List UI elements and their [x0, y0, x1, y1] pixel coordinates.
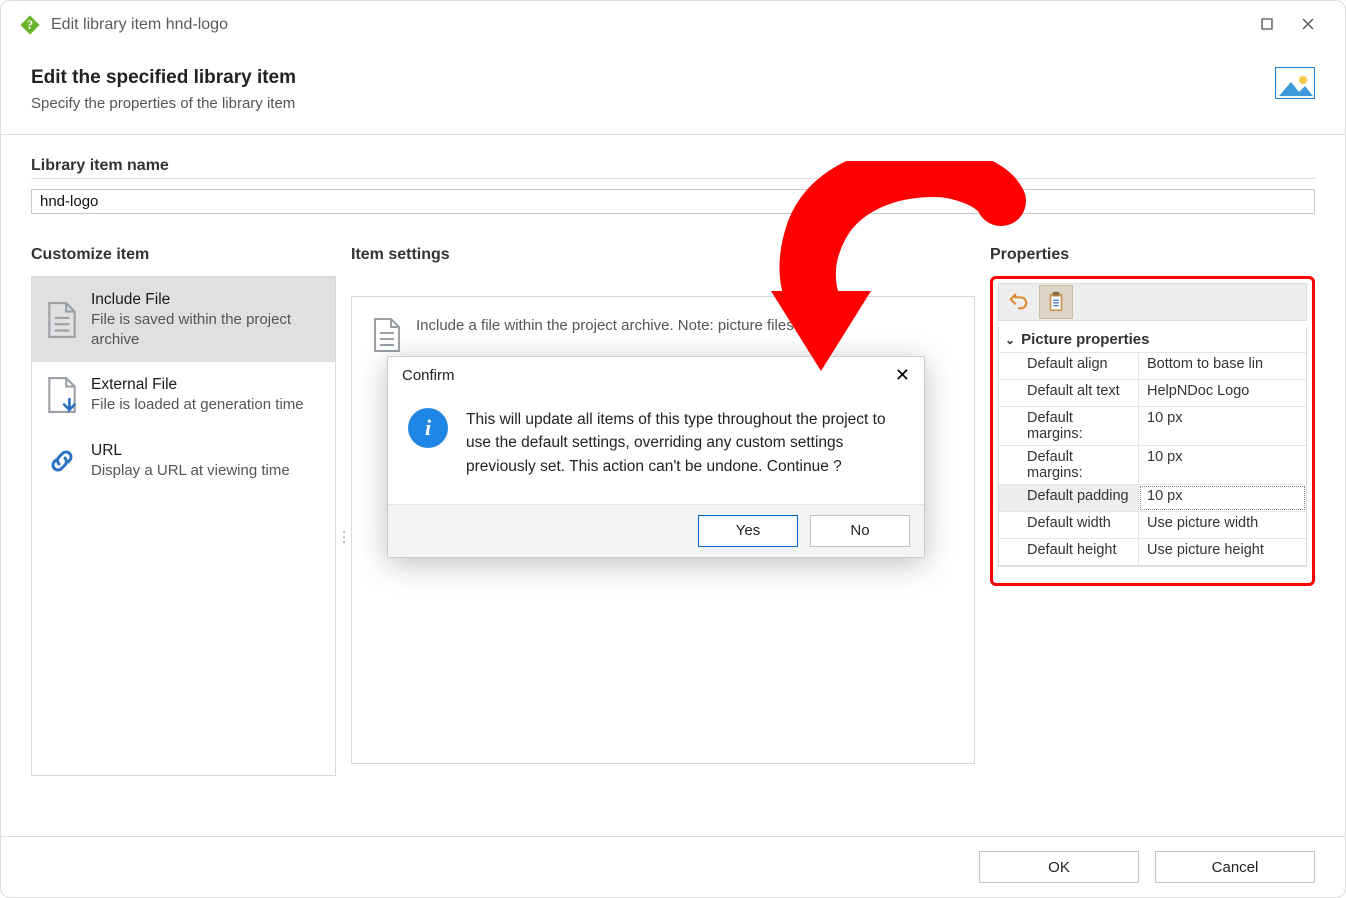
app-icon: ?	[19, 14, 41, 36]
close-icon[interactable]: ✕	[895, 365, 910, 386]
list-item-icon	[45, 290, 79, 349]
property-key: Default padding	[999, 485, 1139, 511]
property-key: Default margins:	[999, 446, 1139, 484]
property-value[interactable]: 10 px	[1139, 446, 1306, 484]
splitter-handle[interactable]: ⋮	[337, 529, 350, 546]
confirm-dialog: Confirm ✕ i This will update all items o…	[387, 356, 925, 558]
cancel-button[interactable]: Cancel	[1155, 851, 1315, 883]
customize-item-list: Include FileFile is saved within the pro…	[31, 276, 336, 776]
property-value[interactable]: Bottom to base lin	[1139, 353, 1306, 379]
property-key: Default width	[999, 512, 1139, 538]
undo-button[interactable]	[1001, 285, 1035, 319]
chevron-down-icon: ⌄	[1005, 333, 1015, 347]
info-icon: i	[408, 408, 448, 448]
no-button[interactable]: No	[810, 515, 910, 547]
maximize-button[interactable]	[1261, 17, 1273, 34]
page-subtitle: Specify the properties of the library it…	[31, 95, 296, 112]
property-row[interactable]: Default widthUse picture width	[999, 512, 1306, 539]
ok-button[interactable]: OK	[979, 851, 1139, 883]
list-item-title: External File	[91, 375, 304, 395]
property-group-label: Picture properties	[1021, 331, 1149, 348]
library-item-name-input[interactable]	[31, 189, 1315, 214]
property-value[interactable]: Use picture height	[1139, 539, 1306, 565]
properties-heading: Properties	[990, 246, 1315, 264]
property-key: Default align	[999, 353, 1139, 379]
property-group-header[interactable]: ⌄ Picture properties	[999, 327, 1306, 353]
property-value[interactable]: HelpNDoc Logo	[1139, 380, 1306, 406]
property-value[interactable]: 10 px	[1139, 485, 1306, 511]
list-item-title: URL	[91, 441, 290, 461]
item-settings-description: Include a file within the project archiv…	[416, 317, 820, 334]
list-item-icon	[45, 375, 79, 415]
file-icon	[372, 317, 402, 357]
property-row[interactable]: Default heightUse picture height	[999, 539, 1306, 566]
property-row[interactable]: Default alt textHelpNDoc Logo	[999, 380, 1306, 407]
property-row[interactable]: Default alignBottom to base lin	[999, 353, 1306, 380]
customize-item-include-file[interactable]: Include FileFile is saved within the pro…	[32, 277, 335, 362]
list-item-desc: Display a URL at viewing time	[91, 461, 290, 481]
property-key: Default height	[999, 539, 1139, 565]
confirm-title: Confirm	[402, 367, 455, 384]
property-value[interactable]: Use picture width	[1139, 512, 1306, 538]
property-row[interactable]: Default padding10 px	[999, 485, 1306, 512]
window-title: Edit library item hnd-logo	[51, 16, 1261, 34]
item-settings-heading: Item settings	[351, 246, 975, 264]
clipboard-button[interactable]	[1039, 285, 1073, 319]
list-item-icon	[45, 441, 79, 481]
customize-item-heading: Customize item	[31, 246, 336, 264]
property-value[interactable]: 10 px	[1139, 407, 1306, 445]
picture-type-icon	[1275, 67, 1315, 99]
property-key: Default margins:	[999, 407, 1139, 445]
close-button[interactable]	[1301, 17, 1315, 34]
customize-item-url[interactable]: URLDisplay a URL at viewing time	[32, 428, 335, 494]
list-item-desc: File is loaded at generation time	[91, 395, 304, 415]
svg-text:?: ?	[27, 18, 33, 32]
yes-button[interactable]: Yes	[698, 515, 798, 547]
property-key: Default alt text	[999, 380, 1139, 406]
list-item-desc: File is saved within the project archive	[91, 310, 322, 349]
confirm-message: This will update all items of this type …	[466, 408, 904, 478]
list-item-title: Include File	[91, 290, 322, 310]
property-row[interactable]: Default margins:10 px	[999, 446, 1306, 485]
customize-item-external-file[interactable]: External FileFile is loaded at generatio…	[32, 362, 335, 428]
library-item-name-label: Library item name	[31, 157, 1315, 175]
properties-panel: ⌄ Picture properties Default alignBottom…	[990, 276, 1315, 586]
page-title: Edit the specified library item	[31, 67, 296, 89]
property-row[interactable]: Default margins:10 px	[999, 407, 1306, 446]
